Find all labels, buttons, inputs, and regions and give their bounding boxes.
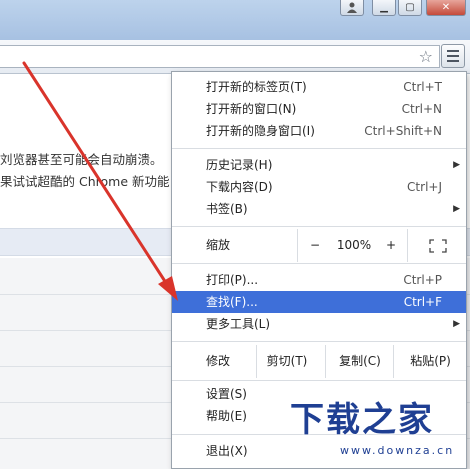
watermark: 下载之家 www.downza.cn	[290, 392, 470, 469]
watermark-title: 下载之家	[290, 400, 434, 440]
watermark-url: www.downza.cn	[340, 444, 455, 457]
